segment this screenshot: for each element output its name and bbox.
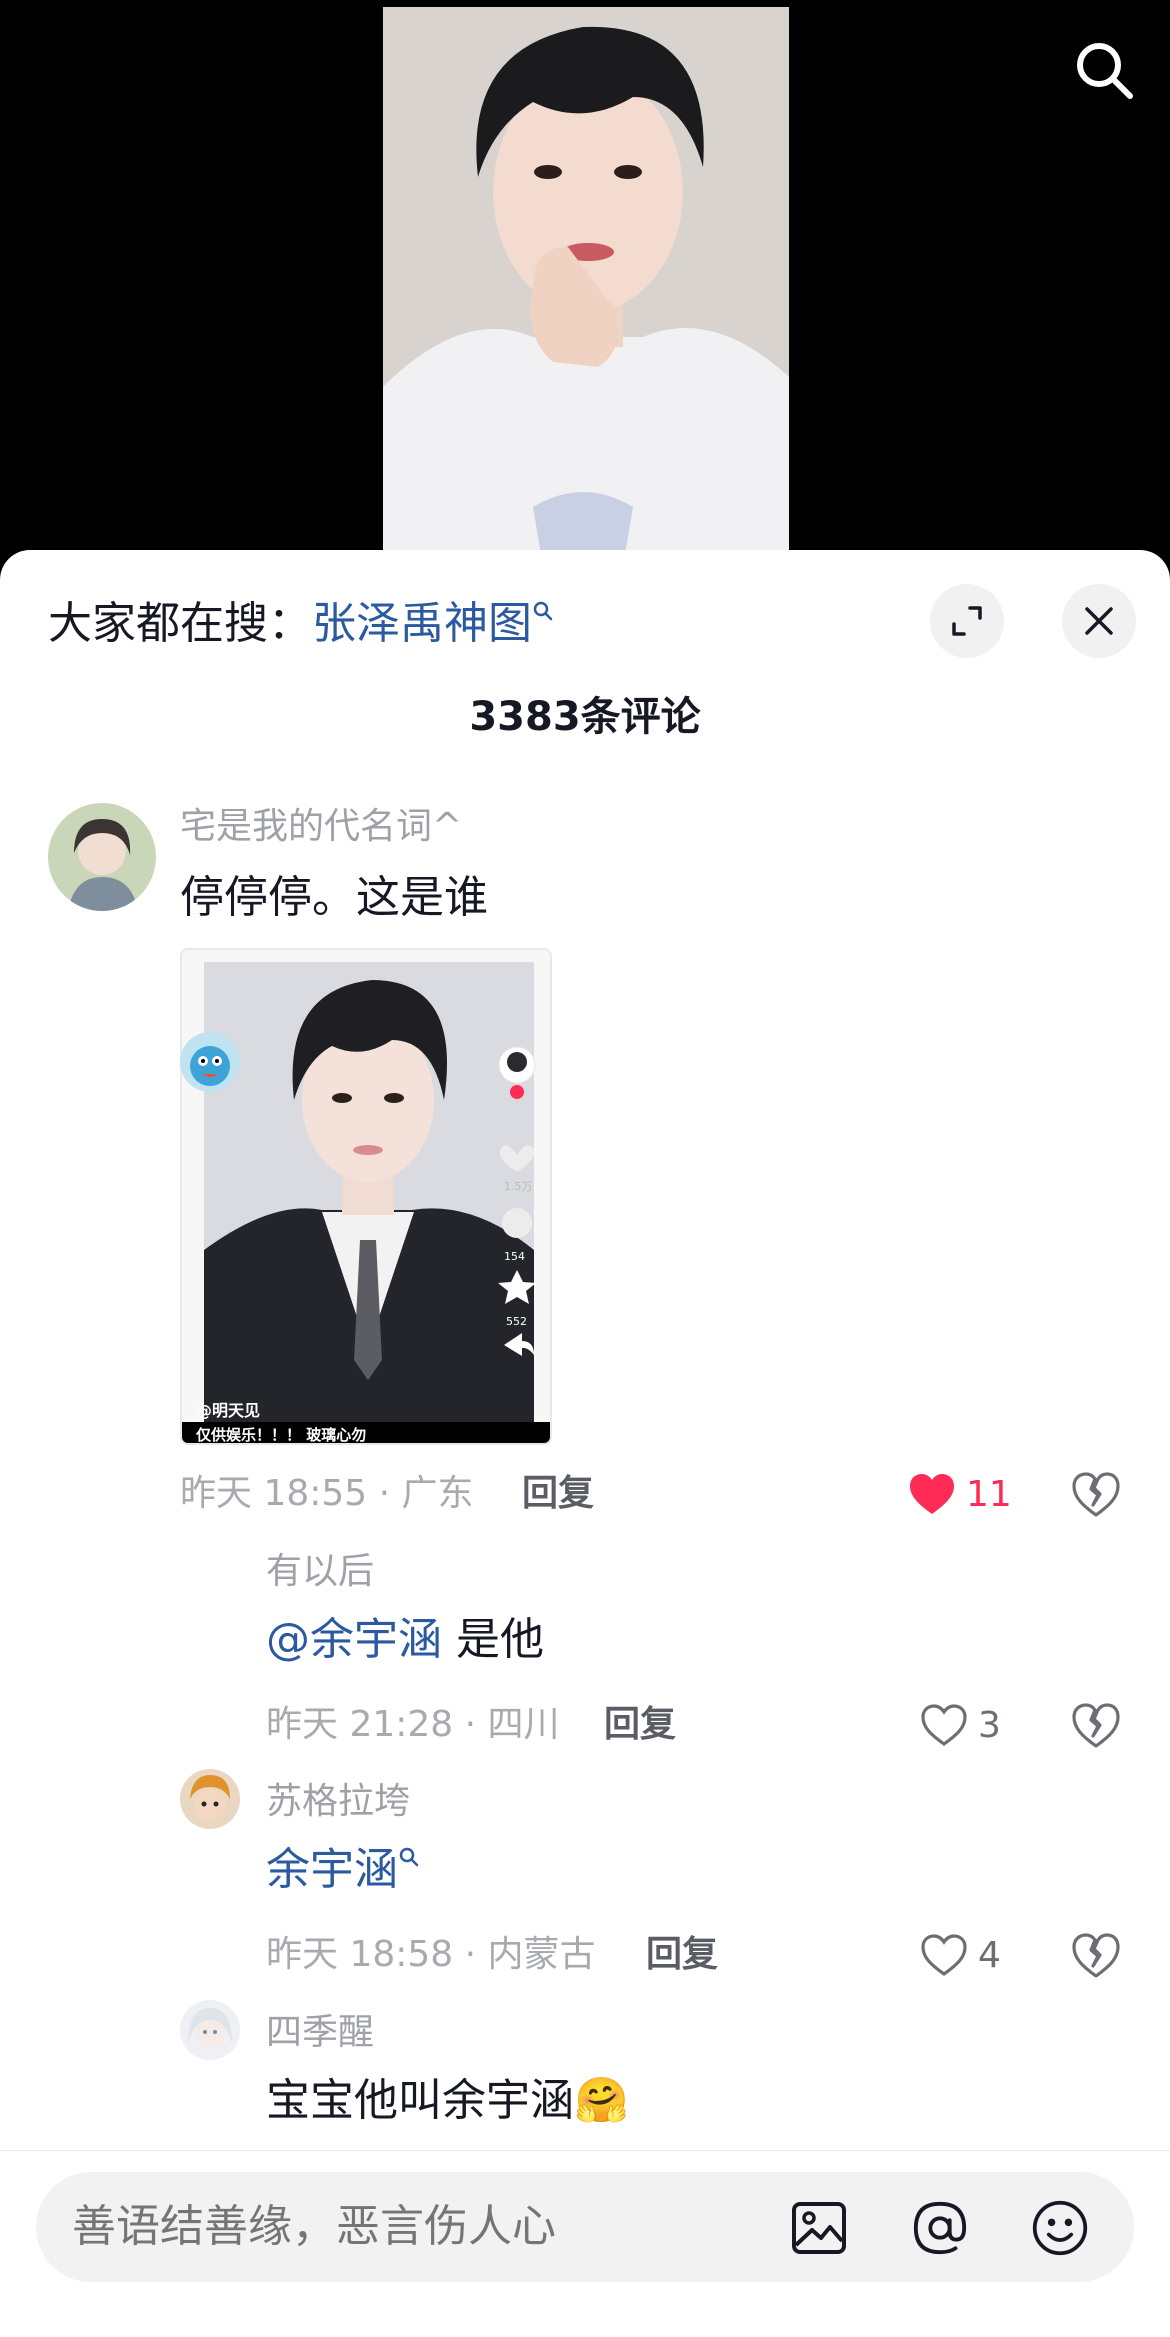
mention-button[interactable] bbox=[911, 2199, 969, 2257]
dislike-button[interactable] bbox=[1070, 1700, 1122, 1752]
like-button[interactable]: 3 bbox=[920, 1700, 1001, 1750]
dislike-icon bbox=[1072, 1472, 1120, 1517]
reply-username[interactable]: 苏格拉垮 bbox=[266, 1780, 410, 1824]
dislike-icon bbox=[1072, 1703, 1120, 1748]
like-count: 3 bbox=[978, 1704, 1001, 1746]
emoji-icon bbox=[1032, 2200, 1088, 2256]
comment-meta: 昨天 18:55 · 广东 bbox=[180, 1473, 474, 1514]
at-icon bbox=[913, 2201, 967, 2255]
video-person-image bbox=[383, 7, 789, 567]
trending-prefix: 大家都在搜： bbox=[48, 598, 312, 649]
reply-text[interactable]: 余宇涵 bbox=[266, 1842, 420, 1898]
search-icon bbox=[533, 601, 553, 621]
like-count: 4 bbox=[978, 1934, 1001, 1976]
avatar[interactable] bbox=[180, 1032, 240, 1092]
search-icon bbox=[1077, 43, 1133, 99]
reply-text: @余宇涵 是他 bbox=[266, 1612, 544, 1668]
comment-count: 3383条评论 bbox=[469, 694, 701, 740]
close-icon bbox=[1085, 607, 1113, 635]
search-button[interactable] bbox=[1064, 30, 1144, 110]
reply-button[interactable]: 回复 bbox=[604, 1703, 676, 1747]
image-comment-count: 154 bbox=[504, 1250, 525, 1263]
reply-text-body: 宝宝他叫余宇涵 bbox=[266, 2075, 574, 2126]
heart-icon bbox=[910, 1474, 954, 1514]
comment-input-bar bbox=[0, 2150, 1170, 2337]
like-button[interactable]: 4 bbox=[920, 1930, 1001, 1980]
like-button[interactable]: 11 bbox=[908, 1469, 1012, 1519]
reply-username[interactable]: 有以后 bbox=[266, 1550, 374, 1594]
heart-icon bbox=[921, 1934, 967, 1976]
reply-button[interactable]: 回复 bbox=[522, 1472, 594, 1516]
search-keyword-link[interactable]: 余宇涵 bbox=[266, 1844, 398, 1895]
image-icon bbox=[792, 2202, 846, 2254]
avatar[interactable] bbox=[180, 1769, 240, 1829]
dislike-button[interactable] bbox=[1070, 1469, 1122, 1521]
dislike-button[interactable] bbox=[1070, 1930, 1122, 1982]
image-button[interactable] bbox=[790, 2199, 848, 2257]
comment-image[interactable]: @明天见 仅供娱乐！！！ 玻璃心勿 1.5万 154 552 bbox=[180, 948, 552, 1445]
expand-button[interactable] bbox=[930, 584, 1004, 658]
heart-icon bbox=[921, 1704, 967, 1746]
reply-button[interactable]: 回复 bbox=[646, 1933, 718, 1977]
reply-text-body: 是他 bbox=[442, 1614, 544, 1665]
reply-username[interactable]: 四季醒 bbox=[266, 2011, 374, 2055]
dislike-icon bbox=[1072, 1933, 1120, 1978]
mention-link[interactable]: @余宇涵 bbox=[266, 1614, 442, 1665]
image-like-count: 1.5万 bbox=[504, 1180, 533, 1193]
close-button[interactable] bbox=[1062, 584, 1136, 658]
emoji: 🤗 bbox=[574, 2075, 629, 2126]
reply-meta: 昨天 21:28 · 四川 bbox=[266, 1704, 560, 1745]
trending-search[interactable]: 大家都在搜：张泽禹神图 bbox=[48, 596, 554, 652]
like-count: 11 bbox=[966, 1473, 1012, 1515]
reply-meta: 昨天 18:58 · 内蒙古 bbox=[266, 1934, 596, 1975]
avatar[interactable] bbox=[48, 803, 156, 911]
comment-input-field[interactable] bbox=[72, 2197, 772, 2257]
image-caption: @明天见 bbox=[196, 1401, 260, 1420]
video-frame[interactable] bbox=[383, 7, 789, 567]
video-player[interactable] bbox=[0, 0, 1170, 590]
search-icon bbox=[399, 1847, 419, 1867]
comment-sheet: 大家都在搜：张泽禹神图 3383条评论 宅是我的代名词^ 停停停。这是谁 @明天… bbox=[0, 550, 1170, 2337]
comment-text: 停停停。这是谁 bbox=[180, 872, 488, 923]
comment-username[interactable]: 宅是我的代名词^ bbox=[180, 805, 462, 849]
reply-text: 宝宝他叫余宇涵🤗 bbox=[266, 2073, 629, 2129]
image-fav-count: 552 bbox=[506, 1315, 527, 1328]
comment-input[interactable] bbox=[36, 2172, 1134, 2282]
avatar[interactable] bbox=[180, 2000, 240, 2060]
expand-icon bbox=[952, 606, 982, 636]
trending-keyword[interactable]: 张泽禹神图 bbox=[312, 598, 532, 649]
emoji-button[interactable] bbox=[1031, 2199, 1089, 2257]
comment-image-content: @明天见 仅供娱乐！！！ 玻璃心勿 1.5万 154 552 bbox=[182, 950, 550, 1444]
image-banner: 仅供娱乐！！！ 玻璃心勿 bbox=[195, 1426, 366, 1444]
